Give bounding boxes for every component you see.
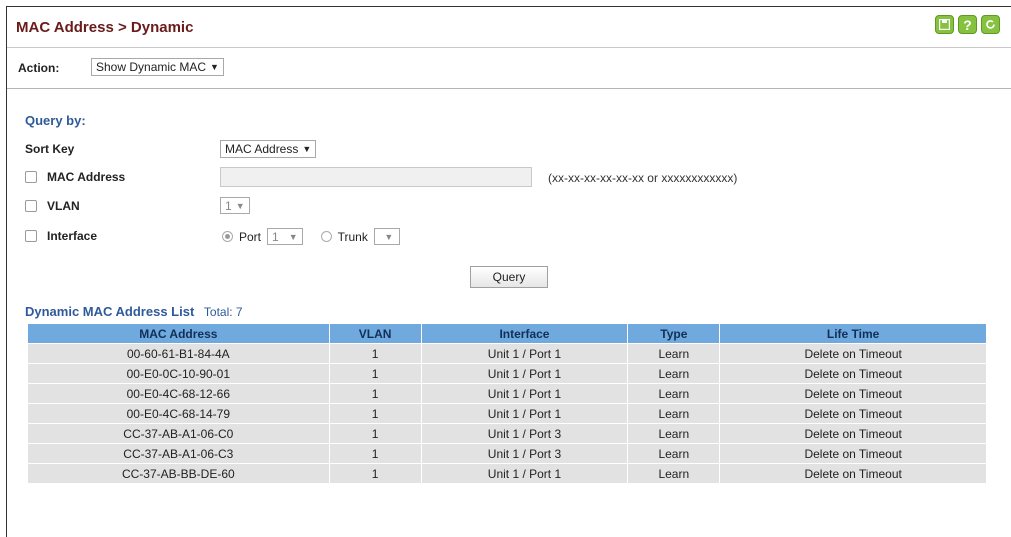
chevron-down-icon: ▼: [288, 231, 298, 242]
column-header: Type: [627, 323, 721, 344]
list-title: Dynamic MAC Address List: [25, 304, 195, 319]
interface-row: Interface: [25, 229, 97, 243]
action-select-value: Show Dynamic MAC: [96, 60, 207, 74]
vlan-cell: 1: [328, 463, 422, 484]
table-row: CC-37-AB-A1-06-C0 1 Unit 1 / Port 3 Lear…: [27, 423, 987, 444]
vlan-row: VLAN: [25, 199, 80, 213]
port-value: 1: [272, 229, 279, 244]
vlan-cell: 1: [328, 423, 422, 444]
port-label: Port: [239, 229, 262, 244]
interface-cell: Unit 1 / Port 1: [420, 463, 629, 484]
mac-address-checkbox[interactable]: [25, 171, 37, 183]
refresh-icon[interactable]: [981, 15, 1000, 34]
title-bar: MAC Address > Dynamic ?: [7, 7, 1011, 48]
action-select[interactable]: Show Dynamic MAC ▼: [91, 58, 224, 76]
life-time-cell: Delete on Timeout: [719, 423, 987, 444]
trunk-label: Trunk: [337, 229, 368, 244]
type-cell: Learn: [627, 343, 721, 364]
mac-cell: CC-37-AB-A1-06-C0: [27, 423, 330, 444]
column-header: VLAN: [328, 323, 422, 344]
mac-address-input[interactable]: [220, 167, 532, 187]
life-time-cell: Delete on Timeout: [719, 443, 987, 464]
mac-cell: 00-E0-4C-68-12-66: [27, 383, 330, 404]
vlan-label: VLAN: [47, 199, 80, 213]
sort-key-label: Sort Key: [25, 142, 75, 156]
table-header-row: MAC Address VLAN Interface Type Life Tim…: [27, 323, 987, 344]
table-row: CC-37-AB-A1-06-C3 1 Unit 1 / Port 3 Lear…: [27, 443, 987, 464]
column-header: Life Time: [719, 323, 987, 344]
chevron-down-icon: ▼: [210, 62, 219, 72]
port-radio[interactable]: [222, 231, 233, 242]
interface-label: Interface: [47, 229, 98, 243]
page-title: MAC Address > Dynamic: [16, 19, 194, 36]
trunk-radio[interactable]: [320, 231, 332, 242]
chevron-down-icon: ▼: [235, 200, 245, 211]
life-time-cell: Delete on Timeout: [719, 343, 987, 364]
type-cell: Learn: [627, 363, 721, 384]
type-cell: Learn: [627, 463, 721, 484]
mac-cell: 00-60-61-B1-84-4A: [27, 343, 330, 364]
interface-cell: Unit 1 / Port 1: [420, 383, 629, 404]
chevron-down-icon: ▼: [384, 231, 394, 242]
vlan-checkbox[interactable]: [25, 200, 37, 212]
vlan-cell: 1: [328, 403, 422, 424]
mac-address-row: MAC Address: [25, 170, 125, 184]
type-cell: Learn: [627, 403, 721, 424]
interface-checkbox[interactable]: [25, 230, 37, 242]
interface-cell: Unit 1 / Port 3: [420, 443, 629, 464]
mac-format-hint: (xx-xx-xx-xx-xx-xx or xxxxxxxxxxxx): [548, 171, 738, 185]
mac-cell: 00-E0-4C-68-14-79: [27, 403, 330, 424]
life-time-cell: Delete on Timeout: [719, 463, 987, 484]
type-cell: Learn: [627, 423, 721, 444]
life-time-cell: Delete on Timeout: [719, 403, 987, 424]
sort-key-value: MAC Address: [225, 142, 299, 156]
interface-cell: Unit 1 / Port 1: [420, 403, 629, 424]
interface-cell: Unit 1 / Port 3: [420, 423, 629, 444]
table-row: 00-60-61-B1-84-4A 1 Unit 1 / Port 1 Lear…: [27, 343, 987, 364]
table-row: CC-37-AB-BB-DE-60 1 Unit 1 / Port 1 Lear…: [27, 463, 987, 484]
column-header: Interface: [420, 323, 629, 344]
interface-options: Port 1 ▼ Trunk ▼: [222, 228, 400, 245]
interface-cell: Unit 1 / Port 1: [420, 343, 629, 364]
chevron-down-icon: ▼: [302, 144, 312, 154]
vlan-value: 1: [225, 198, 232, 213]
list-header: Dynamic MAC Address List Total: 7: [25, 304, 243, 319]
mac-cell: CC-37-AB-A1-06-C3: [27, 443, 330, 464]
vlan-cell: 1: [328, 343, 422, 364]
type-cell: Learn: [627, 443, 721, 464]
table-row: 00-E0-4C-68-14-79 1 Unit 1 / Port 1 Lear…: [27, 403, 987, 424]
action-label: Action:: [18, 61, 60, 75]
toolbar-icons: ?: [935, 15, 1000, 34]
save-icon[interactable]: [935, 15, 954, 34]
vlan-cell: 1: [328, 363, 422, 384]
help-icon[interactable]: ?: [958, 15, 977, 34]
sort-key-row: Sort Key MAC Address ▼: [25, 140, 317, 158]
query-heading: Query by:: [25, 113, 86, 128]
action-row: Action: Show Dynamic MAC ▼: [7, 48, 1011, 89]
trunk-select[interactable]: ▼: [373, 228, 400, 245]
table-row: 00-E0-0C-10-90-01 1 Unit 1 / Port 1 Lear…: [27, 363, 987, 384]
mac-address-label: MAC Address: [47, 170, 126, 184]
life-time-cell: Delete on Timeout: [719, 363, 987, 384]
vlan-cell: 1: [328, 383, 422, 404]
mac-cell: CC-37-AB-BB-DE-60: [27, 463, 330, 484]
vlan-cell: 1: [328, 443, 422, 464]
mac-address-table: MAC Address VLAN Interface Type Life Tim…: [27, 323, 987, 484]
life-time-cell: Delete on Timeout: [719, 383, 987, 404]
list-total: Total: 7: [203, 305, 243, 319]
query-button[interactable]: Query: [470, 266, 548, 288]
table-row: 00-E0-4C-68-12-66 1 Unit 1 / Port 1 Lear…: [27, 383, 987, 404]
port-select[interactable]: 1 ▼: [267, 228, 303, 245]
interface-cell: Unit 1 / Port 1: [420, 363, 629, 384]
mac-cell: 00-E0-0C-10-90-01: [27, 363, 330, 384]
type-cell: Learn: [627, 383, 721, 404]
sort-key-select[interactable]: MAC Address ▼: [220, 140, 317, 158]
column-header: MAC Address: [27, 323, 330, 344]
vlan-select[interactable]: 1 ▼: [220, 197, 250, 214]
